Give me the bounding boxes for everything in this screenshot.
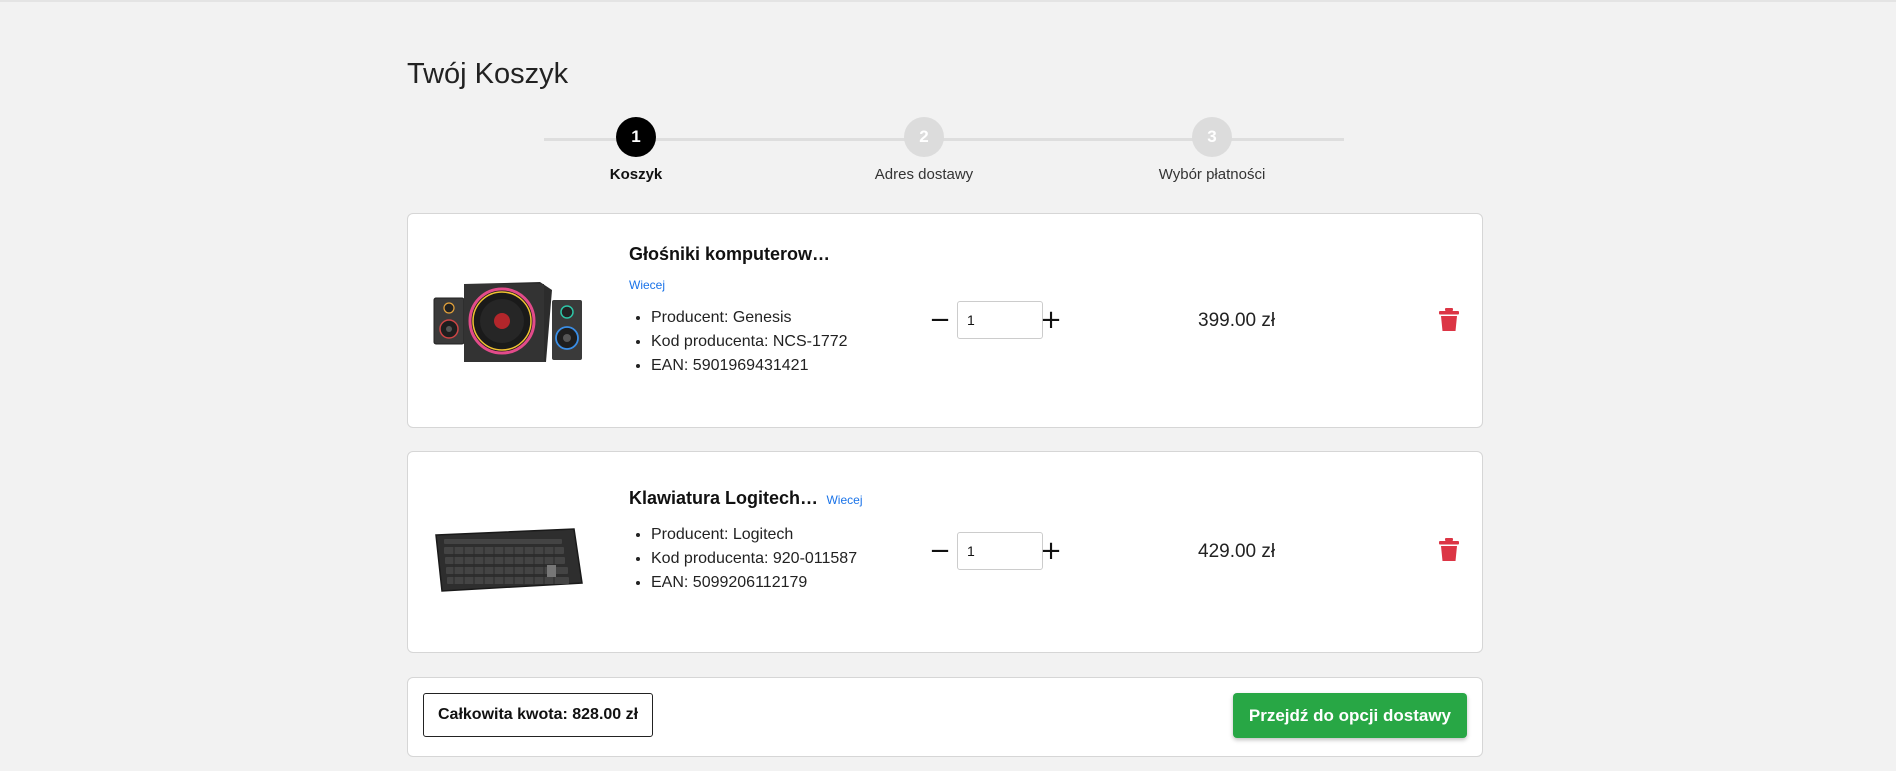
- increase-quantity-button[interactable]: +: [1038, 301, 1064, 339]
- step-label: Adres dostawy: [874, 166, 974, 183]
- trash-icon[interactable]: [1438, 538, 1460, 562]
- total-amount: Całkowita kwota: 828.00 zł: [423, 693, 654, 737]
- more-link[interactable]: Wiecej: [826, 493, 862, 507]
- step-label: Wybór płatności: [1158, 166, 1266, 183]
- step-label: Koszyk: [609, 166, 663, 183]
- spec-producer: Producent: Genesis: [651, 306, 929, 330]
- product-info: Głośniki komputerow… Wiecej Producent: G…: [629, 244, 929, 378]
- spec-producer-code: Kod producenta: NCS-1772: [651, 330, 929, 354]
- step-cart: 1 Koszyk: [566, 117, 706, 183]
- quantity-input[interactable]: [957, 532, 1043, 570]
- step-number: 2: [904, 117, 944, 157]
- trash-icon[interactable]: [1438, 308, 1460, 332]
- product-specs: Producent: Logitech Kod producenta: 920-…: [629, 523, 929, 595]
- cart-page: Twój Koszyk 1 Koszyk 2 Adres dostawy 3 W…: [407, 0, 1483, 771]
- spec-producer: Producent: Logitech: [651, 523, 929, 547]
- increase-quantity-button[interactable]: +: [1038, 532, 1064, 570]
- decrease-quantity-button[interactable]: −: [927, 532, 953, 570]
- product-name: Klawiatura Logitech…: [629, 488, 819, 508]
- cart-item: Głośniki komputerow… Wiecej Producent: G…: [407, 213, 1483, 428]
- more-link[interactable]: Wiecej: [629, 278, 929, 292]
- spec-ean: EAN: 5901969431421: [651, 354, 929, 378]
- keyboard-image: [435, 528, 583, 592]
- quantity-stepper: − +: [920, 301, 1080, 339]
- cart-summary: Całkowita kwota: 828.00 zł Przejdź do op…: [407, 677, 1483, 757]
- decrease-quantity-button[interactable]: −: [927, 301, 953, 339]
- quantity-stepper: − +: [920, 532, 1080, 570]
- spec-ean: EAN: 5099206112179: [651, 571, 929, 595]
- computer-speakers-image: [433, 282, 582, 362]
- product-info: Klawiatura Logitech… Wiecej Producent: L…: [629, 488, 929, 595]
- product-specs: Producent: Genesis Kod producenta: NCS-1…: [629, 306, 929, 378]
- item-price: 399.00 zł: [1198, 310, 1276, 331]
- cart-item: Klawiatura Logitech… Wiecej Producent: L…: [407, 451, 1483, 653]
- product-title-row: Klawiatura Logitech… Wiecej: [629, 488, 929, 509]
- step-number: 3: [1192, 117, 1232, 157]
- step-number: 1: [616, 117, 656, 157]
- step-payment: 3 Wybór płatności: [1142, 117, 1282, 183]
- step-delivery-address: 2 Adres dostawy: [854, 117, 994, 183]
- page-title: Twój Koszyk: [407, 58, 569, 90]
- spec-producer-code: Kod producenta: 920-011587: [651, 547, 929, 571]
- product-name: Głośniki komputerow…: [629, 244, 831, 264]
- item-price: 429.00 zł: [1198, 541, 1276, 562]
- proceed-to-delivery-button[interactable]: Przejdź do opcji dostawy: [1232, 693, 1467, 738]
- checkout-stepper: 1 Koszyk 2 Adres dostawy 3 Wybór płatnoś…: [544, 117, 1344, 187]
- quantity-input[interactable]: [957, 301, 1043, 339]
